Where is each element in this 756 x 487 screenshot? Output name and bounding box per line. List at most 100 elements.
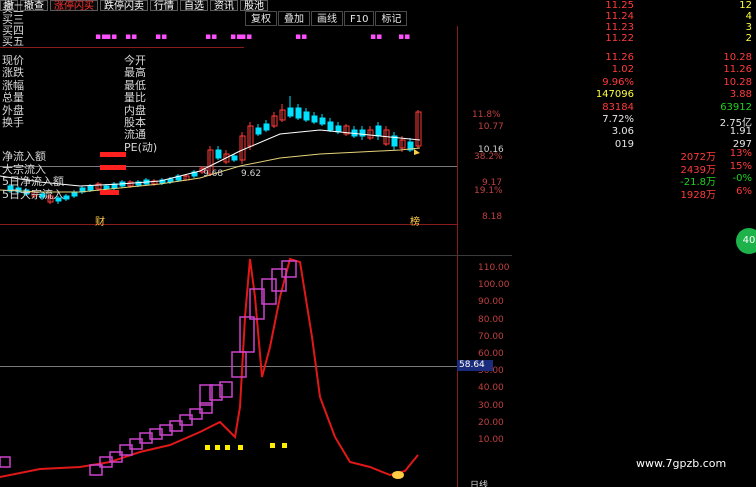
- indicator-box: [0, 456, 11, 468]
- flow-pct: 6%: [736, 185, 752, 197]
- candle-body: [295, 107, 302, 119]
- axis-label-5: 19.1%: [474, 186, 503, 196]
- event-marker-right[interactable]: 榜: [410, 213, 420, 228]
- flow-pct: 13%: [729, 148, 752, 159]
- signal-marker: ▪▪: [125, 32, 138, 42]
- volume-mark: [215, 445, 220, 450]
- signal-marker: ▪▪: [205, 32, 218, 42]
- flow-value: 1928万: [680, 189, 716, 201]
- quote-value: 11.26: [605, 52, 634, 63]
- candle-body: [335, 125, 342, 133]
- top-toolbar: 撤 撤查 涨停闪买 跌停闪卖 行情 自选 资讯 股池: [0, 0, 268, 12]
- quote-value: 83184: [602, 101, 634, 113]
- candle-body: [303, 111, 310, 121]
- bid-volume: 12: [739, 0, 752, 11]
- quote-divider: [0, 47, 244, 48]
- current-value-tag: 58.64: [457, 360, 493, 371]
- tb-btn-1[interactable]: 撤查: [20, 0, 48, 12]
- draw-line-button[interactable]: 画线: [311, 11, 343, 26]
- indicator-axis-label: 100.00: [478, 280, 510, 291]
- candle-body: [63, 195, 70, 200]
- quote-value: 9.96%: [602, 76, 634, 88]
- period-label: 日线: [470, 481, 489, 487]
- quote-value: 63912: [720, 101, 752, 113]
- float-badge[interactable]: 40: [736, 228, 756, 254]
- quote-value: 7.72%: [602, 114, 634, 125]
- signal-marker: ▪▪: [295, 32, 308, 42]
- signal-marker: ▪▪: [398, 32, 411, 42]
- axis-label-1: 10.77: [478, 122, 504, 132]
- flow-bar: [100, 164, 127, 170]
- signal-marker: ▪▪: [155, 32, 168, 42]
- quote-value: 1.02: [611, 64, 634, 76]
- flow-pct: 15%: [729, 160, 752, 172]
- indicator-axis-label: 90.00: [478, 297, 504, 308]
- f10-button[interactable]: F10: [344, 11, 375, 26]
- candle-body: [71, 191, 78, 197]
- volume-mark: [205, 445, 210, 450]
- quote-value: 3.06: [611, 126, 634, 138]
- event-marker-left[interactable]: 财: [95, 213, 105, 228]
- quote-value: 11.26: [723, 64, 752, 76]
- volume-mark: [225, 445, 230, 450]
- tb-btn-2[interactable]: 涨停闪买: [50, 0, 98, 12]
- bid-volume: 2: [745, 33, 752, 44]
- quote-value: 10.28: [723, 76, 752, 88]
- indicator-axis-label: 10.00: [478, 435, 504, 445]
- signal-marker: ▪▪: [240, 32, 253, 42]
- flow-bar: [100, 189, 120, 195]
- candle-body: [287, 107, 294, 117]
- candle-body: [263, 123, 270, 131]
- indicator-chart[interactable]: [0, 257, 457, 487]
- kline-chart[interactable]: [0, 26, 457, 226]
- candle-body: [87, 185, 94, 191]
- tb-btn-4[interactable]: 行情: [150, 0, 178, 12]
- candle-body: [319, 117, 326, 125]
- flow-pct: -0%: [732, 173, 752, 184]
- tb-btn-5[interactable]: 自选: [180, 0, 208, 12]
- candle-body: [327, 121, 334, 131]
- axis-label-3: 38.2%: [474, 152, 503, 162]
- restore-right-button[interactable]: 复权: [245, 11, 277, 26]
- axis-label-6: 8.18: [482, 212, 503, 222]
- candle-body: [359, 129, 366, 137]
- tb-btn-7[interactable]: 股池: [240, 0, 268, 12]
- candle-body: [231, 155, 238, 161]
- axis-divider: [457, 26, 458, 487]
- indicator-axis-label: 110.00: [478, 263, 510, 273]
- quote-value: 019: [614, 138, 634, 150]
- indicator-box: [239, 316, 255, 353]
- volume-mark: [238, 445, 243, 450]
- volume-mark: [282, 443, 287, 448]
- bid-price: 11.22: [605, 33, 634, 44]
- indicator-line: [0, 257, 419, 478]
- watermark: www.7gpzb.com: [636, 457, 727, 470]
- tb-btn-6[interactable]: 资讯: [210, 0, 238, 12]
- quote-value: 1.91: [729, 126, 752, 138]
- overlay-button[interactable]: 叠加: [278, 11, 310, 26]
- bid-price: 11.24: [605, 11, 634, 22]
- stock-terminal: 撤 撤查 涨停闪买 跌停闪卖 行情 自选 资讯 股池 复权 叠加 画线 F10 …: [0, 0, 756, 487]
- indicator-box: [231, 351, 247, 378]
- bid-price: 11.23: [605, 22, 634, 33]
- candle-body: [215, 149, 222, 159]
- quote-value: 10.28: [723, 52, 752, 63]
- quote-value: 147096: [595, 89, 634, 101]
- indicator-axis-label: 60.00: [478, 349, 504, 359]
- tb-btn-3[interactable]: 跌停闪卖: [100, 0, 148, 12]
- pane-divider-2: [0, 255, 512, 256]
- current-price-arrow: [414, 149, 420, 155]
- indicator-axis-label: 80.00: [478, 314, 504, 325]
- ma-label-1: 9.68: [203, 169, 224, 179]
- candle-body: [167, 178, 174, 183]
- indicator-axis-label: 70.00: [478, 331, 504, 342]
- indicator-axis-label: 20.00: [478, 417, 504, 428]
- ma-label-2: 9.62: [241, 169, 262, 179]
- chart-toolbar: 复权 叠加 画线 F10 标记: [245, 11, 408, 26]
- mark-button[interactable]: 标记: [375, 11, 408, 26]
- quote-label: 换手: [2, 116, 24, 129]
- candle-body: [311, 115, 318, 123]
- bid-volume: 4: [745, 11, 752, 22]
- indicator-axis-label: 30.00: [478, 400, 504, 411]
- quote-value: 3.88: [729, 89, 752, 101]
